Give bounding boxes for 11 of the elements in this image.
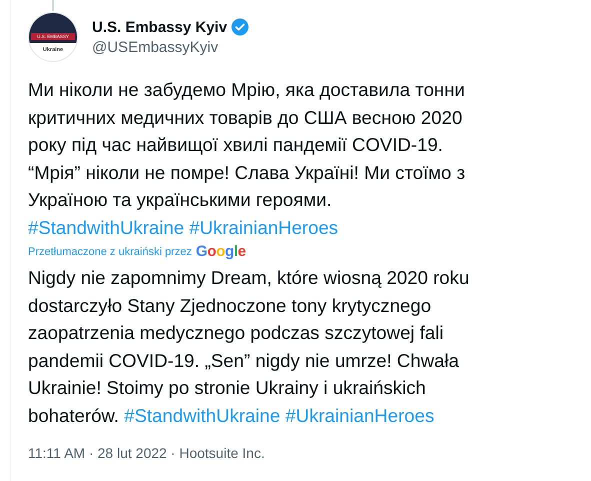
hashtag-link[interactable]: #UkrainianHeroes [285, 404, 434, 426]
tweet-meta: 11:11 AM · 28 lut 2022 · Hootsuite Inc. [28, 445, 266, 461]
translation-note: Przetłumaczone z ukraiński przez [28, 246, 192, 258]
hashtag-link[interactable]: #StandwithUkraine [124, 404, 280, 426]
tweet-text: Nigdy nie zapomnimy Dream, które wiosną 2020 roku dostarczyło Stany Zjednoczone tony krytycznego zaopatrzenia medycznego podczas szczytowej fali pandemii COVID-19. „Sen” nigdy nie umrze! Chwała Ukrainie! Stoimy po stronie Ukrainy i ukraińskich bohaterów. #StandwithUkraine #UkrainianHeroes [28, 266, 470, 428]
hashtag-link[interactable]: #StandwithUkraine [28, 216, 184, 238]
tweet-text: Ми ніколи не забудемо Мрію, яка доставила тонни критичних медичних товарів до США весною 2020 року під час найвищої хвилі пандемії COVID-19. “Мрія” ніколи не помре! Слава Україні! Ми стоїмо з Україною та українськими героями. #StandwithUkraine #UkrainianHeroes [28, 78, 466, 240]
author-name[interactable]: U.S. Embassy Kyiv [92, 18, 228, 36]
hashtag-link[interactable]: #UkrainianHeroes [189, 216, 338, 238]
google-logo: Google [196, 243, 246, 260]
author-handle[interactable]: @USEmbassyKyiv [92, 39, 250, 56]
